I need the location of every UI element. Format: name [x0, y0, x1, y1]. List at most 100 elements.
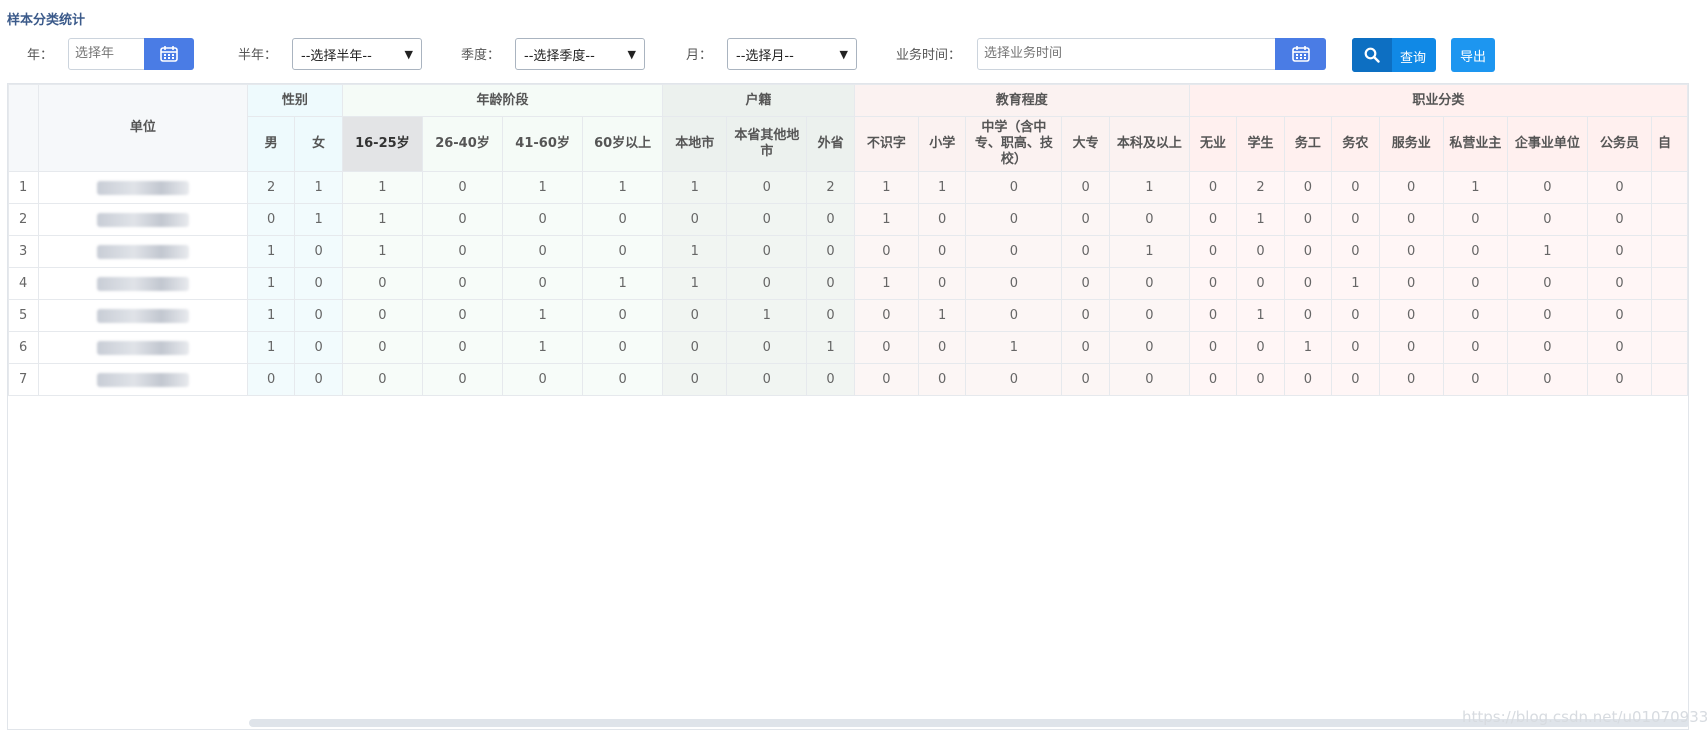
col-header-local-city[interactable]: 本地市: [662, 116, 728, 172]
table-cell: 0: [1236, 331, 1285, 364]
table-cell: 0: [1283, 235, 1333, 268]
col-header-college[interactable]: 大专: [1061, 116, 1110, 172]
table-cell: 0: [421, 235, 504, 268]
table-cell: 0: [1586, 267, 1653, 300]
col-header-male[interactable]: 男: [246, 116, 296, 172]
table-row[interactable]: 41000011001000000010000: [8, 267, 1688, 300]
table-cell: 0: [1061, 331, 1110, 364]
col-header-age-16-25[interactable]: 16-25岁: [341, 116, 423, 172]
table-cell: 0: [1506, 171, 1588, 204]
col-header-worker[interactable]: 务工: [1283, 116, 1333, 172]
business-time-picker[interactable]: [977, 38, 1326, 70]
redacted-unit-name: [96, 212, 189, 227]
table-row[interactable]: 61000100010010000100000: [8, 331, 1688, 364]
col-header-student[interactable]: 学生: [1236, 116, 1285, 172]
table-cell: 0: [1108, 331, 1190, 364]
unit-cell: [37, 267, 248, 300]
month-select[interactable]: --选择月-- ▼: [727, 38, 857, 70]
table-cell: 0: [1378, 299, 1444, 332]
col-header-self-employed[interactable]: 自: [1651, 116, 1688, 172]
table-cell: [1651, 363, 1688, 396]
col-header-unemployed[interactable]: 无业: [1188, 116, 1238, 172]
col-header-bachelor[interactable]: 本科及以上: [1108, 116, 1190, 172]
table-cell: 0: [294, 267, 343, 300]
table-cell: 0: [917, 235, 967, 268]
col-header-service[interactable]: 服务业: [1378, 116, 1444, 172]
col-header-other-city[interactable]: 本省其他地市: [726, 116, 808, 172]
table-cell: 0: [965, 267, 1063, 300]
half-year-select[interactable]: --选择半年-- ▼: [292, 38, 422, 70]
quarter-value: --选择季度--: [524, 48, 595, 64]
redacted-unit-name: [96, 276, 189, 291]
table-cell: 0: [965, 363, 1063, 396]
table-cell: 0: [421, 171, 504, 204]
table-row[interactable]: 51000100100100001000000: [8, 299, 1688, 332]
table-cell: 0: [1188, 299, 1238, 332]
business-time-calendar-button[interactable]: [1275, 38, 1326, 70]
table-cell: 0: [1331, 203, 1380, 236]
table-cell: 0: [1108, 299, 1190, 332]
row-index: 2: [8, 203, 39, 236]
year-picker[interactable]: [68, 38, 194, 70]
table-cell: 0: [294, 331, 343, 364]
table-row[interactable]: 70000000000000000000000: [8, 363, 1688, 396]
table-cell: 2: [1236, 171, 1285, 204]
table-cell: 0: [341, 363, 423, 396]
table-cell: 0: [662, 299, 728, 332]
table-cell: 0: [1061, 299, 1110, 332]
table-cell: 0: [1506, 267, 1588, 300]
redacted-unit-name: [96, 340, 189, 355]
table-cell: 0: [1586, 363, 1653, 396]
table-cell: 0: [1506, 331, 1588, 364]
table-cell: 1: [917, 299, 967, 332]
col-header-farmer[interactable]: 务农: [1331, 116, 1380, 172]
table-cell: 0: [1506, 299, 1588, 332]
table-cell: 0: [1442, 203, 1508, 236]
chevron-down-icon: ▼: [839, 47, 848, 61]
unit-cell: [37, 331, 248, 364]
table-cell: 0: [1442, 363, 1508, 396]
table-cell: 0: [853, 331, 919, 364]
table-cell: 0: [341, 267, 423, 300]
col-header-age-41-60[interactable]: 41-60岁: [502, 116, 584, 172]
col-header-middle-school[interactable]: 中学（含中专、职高、技校）: [965, 116, 1063, 172]
col-header-private-owner[interactable]: 私营业主: [1442, 116, 1508, 172]
search-icon: [1352, 38, 1392, 72]
quarter-select[interactable]: --选择季度-- ▼: [515, 38, 645, 70]
statistics-grid: 单位 性别 年龄阶段 户籍 教育程度 职业分类 男 女 16-25岁 26-40…: [8, 84, 1688, 396]
col-header-female[interactable]: 女: [294, 116, 343, 172]
unit-cell: [37, 363, 248, 396]
table-cell: 0: [1108, 363, 1190, 396]
col-header-age-60-plus[interactable]: 60岁以上: [582, 116, 664, 172]
col-header-enterprise[interactable]: 企事业单位: [1506, 116, 1588, 172]
unit-cell: [37, 203, 248, 236]
export-button[interactable]: 导出: [1451, 38, 1495, 72]
table-row[interactable]: 12110111021100102000100: [8, 171, 1688, 204]
table-cell: 0: [1061, 363, 1110, 396]
table-cell: 0: [246, 363, 296, 396]
table-row[interactable]: 31010001000000100000010: [8, 235, 1688, 268]
table-cell: 0: [917, 267, 967, 300]
year-calendar-button[interactable]: [144, 38, 194, 70]
table-cell: 0: [1283, 363, 1333, 396]
col-header-primary[interactable]: 小学: [917, 116, 967, 172]
table-cell: 0: [1378, 203, 1444, 236]
chevron-down-icon: ▼: [404, 47, 413, 61]
year-input[interactable]: [75, 46, 145, 61]
col-header-illiterate[interactable]: 不识字: [853, 116, 919, 172]
table-cell: 1: [246, 331, 296, 364]
calendar-icon: [160, 46, 178, 62]
table-cell: 0: [421, 299, 504, 332]
unit-header[interactable]: 单位: [37, 84, 248, 172]
query-button-label: 查询: [1400, 51, 1427, 66]
col-header-age-26-40[interactable]: 26-40岁: [421, 116, 504, 172]
watermark: https://blog.csdn.net/u010709330: [1462, 708, 1707, 726]
unit-cell: [37, 171, 248, 204]
table-cell: 0: [1331, 363, 1380, 396]
col-header-civil-servant[interactable]: 公务员: [1586, 116, 1653, 172]
query-button[interactable]: 查询: [1352, 38, 1436, 72]
col-header-other-province[interactable]: 外省: [806, 116, 855, 172]
business-time-input[interactable]: [984, 46, 1264, 61]
table-cell: 0: [1061, 267, 1110, 300]
table-row[interactable]: 20110000001000001000000: [8, 203, 1688, 236]
